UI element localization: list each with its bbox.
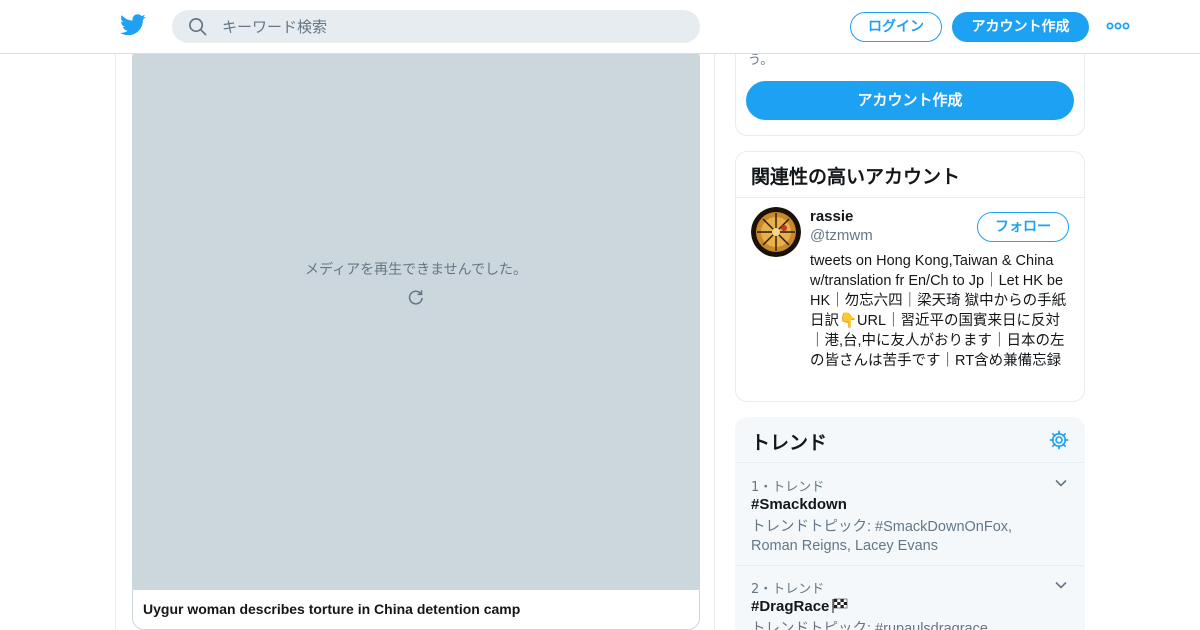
trend-name[interactable]: #DragRace [751,598,848,615]
video-player[interactable]: メディアを再生できませんでした。 [133,47,699,590]
avatar[interactable] [751,207,801,257]
more-icon[interactable] [1106,18,1130,34]
media-card[interactable]: メディアを再生できませんでした。 Uygur woman describes t… [132,46,700,630]
trend-description: トレンドトピック: #rupaulsdragrace [751,621,988,630]
twitter-bird-icon[interactable] [120,14,146,36]
checkered-flag-icon [832,598,848,613]
related-accounts-panel: 関連性の高いアカウント rassie @tzmwm フォロー tweets on… [735,151,1085,402]
search-icon [189,18,207,36]
trend-name-text: #DragRace [751,598,830,615]
trend-rank: 2・トレンド [751,582,825,597]
search-box[interactable] [172,10,700,43]
card-title[interactable]: Uygur woman describes torture in China d… [143,601,520,617]
login-button[interactable]: ログイン [850,12,942,42]
reload-icon[interactable] [407,288,425,306]
trend-description: トレンドトピック: #SmackDownOnFox, Roman Reigns,… [751,519,1013,554]
trend-item[interactable]: 2・トレンド #DragRace トレンドトピック: #rupaulsdragr… [736,566,1084,630]
account-handle[interactable]: @tzmwm [810,227,873,244]
trends-title: トレンド [751,432,828,454]
trend-item[interactable]: 1・トレンド #Smackdown トレンドトピック: #SmackDownOn… [736,464,1084,566]
account-name[interactable]: rassie [810,208,853,225]
gear-icon[interactable] [1049,430,1069,450]
trend-rank: 1・トレンド [751,480,825,495]
top-bar: ログイン アカウント作成 [0,0,1200,54]
follow-button[interactable]: フォロー [977,212,1069,242]
related-accounts-header: 関連性の高いアカウント [736,152,1084,198]
signup-panel-button[interactable]: アカウント作成 [746,81,1074,120]
trends-panel: トレンド 1・トレンド #Smackdown トレンドトピック: #SmackD… [735,417,1085,630]
trends-header: トレンド [736,418,1084,463]
account-bio: tweets on Hong Kong,Taiwan & China w/tra… [810,253,1067,369]
search-input[interactable] [222,10,682,43]
main-column: メディアを再生できませんでした。 Uygur woman describes t… [115,46,715,630]
chevron-down-icon[interactable] [1054,578,1068,592]
signup-button[interactable]: アカウント作成 [952,12,1089,42]
related-accounts-title: 関連性の高いアカウント [751,166,961,188]
trend-name[interactable]: #Smackdown [751,496,847,513]
media-error-message: メディアを再生できませんでした。 [305,262,527,278]
chevron-down-icon[interactable] [1054,476,1068,490]
